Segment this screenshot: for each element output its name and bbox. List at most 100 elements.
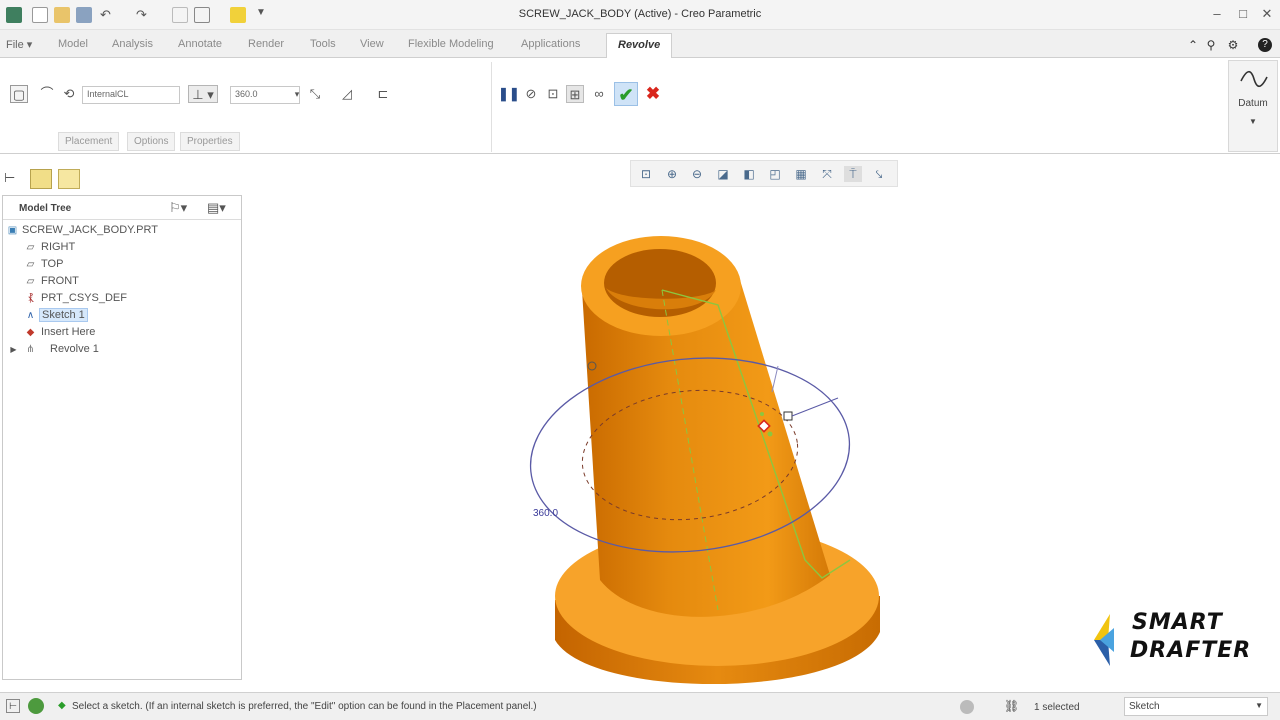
refit-icon[interactable]: ⊡	[637, 166, 655, 182]
model-tree-title: Model Tree	[19, 203, 72, 214]
navigator-tabs: ⊢	[0, 166, 242, 192]
flip-direction-icon[interactable]: ⤡	[306, 85, 324, 103]
tree-item-right[interactable]: ▱ RIGHT	[3, 239, 241, 256]
file-menu[interactable]: File ▾	[6, 38, 32, 51]
folder-browser-tab-icon[interactable]	[30, 169, 52, 189]
part-icon: ▣	[7, 225, 18, 236]
tree-item-top[interactable]: ▱ TOP	[3, 256, 241, 273]
tab-model[interactable]: Model	[58, 38, 88, 50]
ribbon-tab-bar: File ▾ Model Analysis Annotate Render To…	[0, 30, 1280, 59]
datum-plane-icon: ▱	[26, 259, 35, 270]
pause-icon[interactable]: ❚❚	[498, 85, 520, 103]
axis-reference-field[interactable]: InternalCL	[82, 86, 180, 104]
datum-display-icon[interactable]: ⤧	[818, 166, 836, 182]
find-icon[interactable]: ⛓	[1004, 699, 1019, 713]
thicken-icon[interactable]: ⊏	[374, 85, 392, 103]
tree-item-label: PRT_CSYS_DEF	[41, 292, 127, 304]
insert-arrow-icon: ◆	[26, 327, 35, 338]
sub-tab-options[interactable]: Options	[127, 132, 176, 151]
model-tree-header: Model Tree ⚐▾ ▤▾	[3, 196, 241, 220]
view-manager-icon[interactable]: ▦	[792, 166, 810, 182]
model-tree-tab-icon[interactable]: ⊢	[4, 170, 22, 188]
angle-dimension-label[interactable]: 360.0	[533, 508, 558, 519]
minimize-button[interactable]: –	[1206, 6, 1228, 22]
tab-applications[interactable]: Applications	[521, 38, 580, 50]
sketch-icon: ∧	[26, 310, 35, 321]
expand-arrow-icon[interactable]: ▶	[7, 343, 20, 356]
browser-toggle-icon[interactable]	[28, 698, 44, 714]
datum-plane-icon: ▱	[26, 276, 35, 287]
tab-analysis[interactable]: Analysis	[112, 38, 153, 50]
tree-item-label: Sketch 1	[39, 308, 88, 322]
settings-icon[interactable]: ⚙	[1226, 38, 1240, 52]
logo-mark-icon	[1094, 614, 1114, 666]
selection-point	[760, 412, 764, 416]
confirm-icon[interactable]: ✔	[614, 82, 638, 106]
angle-type-icon[interactable]: ⊥ ▾	[188, 85, 218, 103]
smart-drafter-logo: SMART DRAFTER	[1086, 608, 1266, 672]
help-icon[interactable]: ?	[1258, 38, 1272, 52]
ribbon-divider	[491, 62, 492, 152]
filter-dropdown-icon[interactable]: ▼	[1255, 701, 1263, 710]
no-preview-icon[interactable]: ⊘	[522, 85, 540, 103]
tree-root[interactable]: ▣ SCREW_JACK_BODY.PRT	[3, 222, 241, 239]
tree-filters-icon[interactable]: ⚐▾	[169, 200, 187, 216]
tree-item-label: Insert Here	[41, 326, 96, 338]
tab-tools[interactable]: Tools	[310, 38, 336, 50]
attached-preview-icon[interactable]: ⊡	[544, 85, 562, 103]
saved-orientations-icon[interactable]: ◰	[766, 166, 784, 182]
display-style-icon[interactable]: ◧	[740, 166, 758, 182]
selection-count: 1 selected	[1034, 702, 1080, 713]
message-status-icon: ◆	[58, 700, 66, 711]
tree-item-sketch[interactable]: ∧ Sketch 1	[3, 307, 241, 324]
annotation-display-icon[interactable]: ⍑	[844, 166, 862, 182]
title-bar: ↶ ↷ ▼ SCREW_JACK_BODY (Active) - Creo Pa…	[0, 0, 1280, 30]
tree-root-label: SCREW_JACK_BODY.PRT	[22, 224, 158, 236]
solid-icon[interactable]: ▢	[10, 85, 28, 103]
tab-annotate[interactable]: Annotate	[178, 38, 222, 50]
favorites-tab-icon[interactable]	[58, 169, 80, 189]
sub-tab-properties[interactable]: Properties	[180, 132, 240, 151]
search-icon[interactable]: ⚲	[1204, 38, 1218, 52]
sub-tab-placement[interactable]: Placement	[58, 132, 120, 151]
zoom-in-icon[interactable]: ⊕	[663, 166, 681, 182]
status-message: Select a sketch. (If an internal sketch …	[72, 701, 537, 712]
status-bar: ⊢ ◆ Select a sketch. (If an internal ske…	[0, 692, 1280, 720]
regen-status-icon[interactable]	[960, 700, 974, 714]
revolve-icon: ⋔	[26, 344, 35, 355]
datum-dropdown-icon[interactable]: ▼	[1229, 117, 1277, 126]
selection-filter[interactable]: Sketch ▼	[1124, 697, 1268, 716]
remove-material-icon[interactable]: ◿	[338, 85, 356, 103]
drag-handle-square[interactable]	[783, 411, 793, 421]
datum-label: Datum	[1238, 98, 1268, 109]
detached-preview-icon[interactable]: ⊞	[566, 85, 584, 103]
spin-center-icon[interactable]: ⤥	[870, 166, 888, 182]
tree-settings-icon[interactable]: ▤▾	[207, 200, 226, 216]
close-button[interactable]: ✕	[1256, 6, 1278, 22]
repaint-icon[interactable]: ◪	[714, 166, 732, 182]
body-taper	[582, 280, 830, 617]
selection-point	[767, 431, 773, 437]
tree-item-front[interactable]: ▱ FRONT	[3, 273, 241, 290]
zoom-out-icon[interactable]: ⊖	[688, 166, 706, 182]
datum-sketch-icon	[1240, 70, 1268, 88]
axis-icon[interactable]: ⟲	[60, 85, 78, 103]
tab-view[interactable]: View	[360, 38, 384, 50]
tab-flexible-modeling[interactable]: Flexible Modeling	[408, 38, 494, 50]
cancel-icon[interactable]: ✖	[644, 85, 662, 103]
model-tree-panel: Model Tree ⚐▾ ▤▾ ▣ SCREW_JACK_BODY.PRT ▱…	[2, 195, 242, 680]
tree-item-revolve[interactable]: ▶ ⋔ Revolve 1	[3, 341, 241, 358]
verify-icon[interactable]: ∞	[590, 85, 608, 103]
datum-group[interactable]: Datum ▼	[1228, 60, 1278, 152]
collapse-ribbon-icon[interactable]: ⌃	[1186, 38, 1200, 52]
tree-item-insert-here[interactable]: ◆ Insert Here	[3, 324, 241, 341]
surface-icon[interactable]: ⌒	[38, 85, 56, 103]
tree-item-label: TOP	[41, 258, 64, 270]
navigator-toggle-icon[interactable]: ⊢	[6, 699, 20, 713]
dimension-leader	[791, 397, 839, 417]
tree-item-csys[interactable]: ⳩ PRT_CSYS_DEF	[3, 290, 241, 307]
tab-render[interactable]: Render	[248, 38, 284, 50]
angle-dropdown-icon[interactable]: ▾	[288, 85, 306, 103]
maximize-button[interactable]: □	[1232, 6, 1254, 22]
tab-revolve[interactable]: Revolve	[606, 33, 673, 59]
